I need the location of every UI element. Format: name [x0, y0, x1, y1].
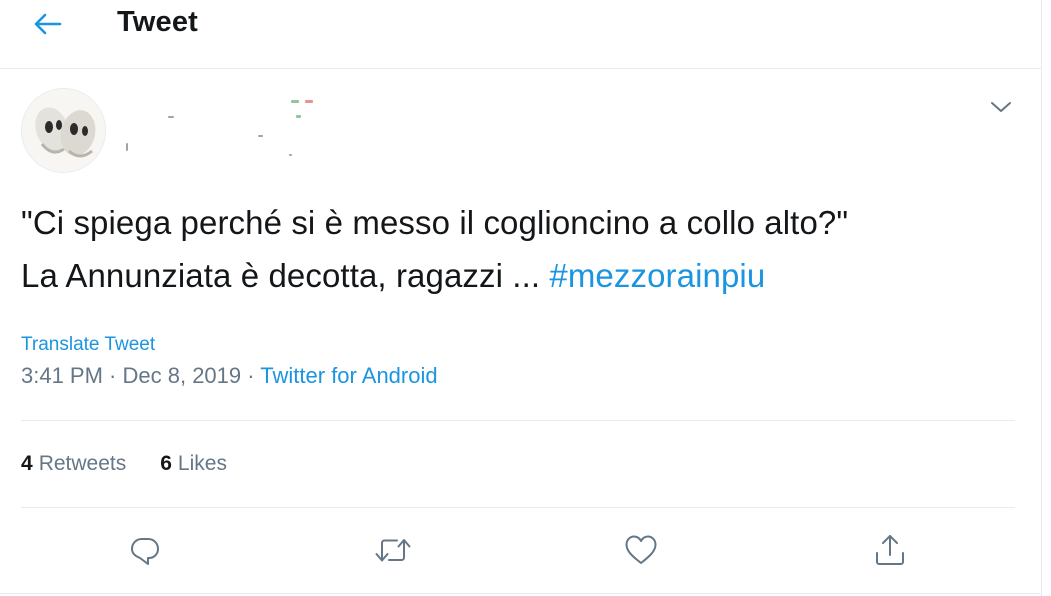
tweet-text-line: La Annunziata è decotta, ragazzi ... #me… — [21, 249, 1021, 302]
likes-label: Likes — [177, 452, 227, 475]
tweet-source-link[interactable]: Twitter for Android — [260, 363, 437, 388]
retweet-icon — [375, 539, 411, 562]
page-header: Tweet — [0, 0, 1041, 69]
tweet-text-line: "Ci spiega perché si è messo il coglionc… — [21, 204, 849, 241]
tweet-text: "Ci spiega perché si è messo il coglionc… — [21, 196, 1021, 302]
redacted-name-mark — [168, 116, 174, 118]
tweet-metadata: 3:41 PM · Dec 8, 2019 · Twitter for Andr… — [21, 363, 438, 389]
translate-tweet-link[interactable]: Translate Tweet — [21, 334, 155, 356]
tweet-stats: 4 Retweets 6 Likes — [21, 452, 227, 476]
tweet-date[interactable]: Dec 8, 2019 — [123, 363, 242, 388]
divider — [21, 420, 1015, 421]
divider — [0, 593, 1041, 594]
tweet-time[interactable]: 3:41 PM — [21, 363, 103, 388]
reply-icon — [131, 538, 159, 565]
avatar-image — [22, 89, 105, 172]
chevron-down-icon — [991, 102, 1011, 112]
redacted-name-mark — [305, 100, 313, 103]
meta-separator: · — [102, 363, 123, 388]
retweets-label: Retweets — [38, 452, 127, 475]
page-title: Tweet — [117, 6, 199, 38]
author-handle[interactable] — [122, 140, 302, 160]
retweets-count: 4 — [21, 452, 33, 475]
redacted-handle-mark — [289, 154, 292, 156]
tweet-options-button[interactable] — [986, 94, 1016, 120]
meta-separator: · — [241, 363, 261, 388]
arrow-left-icon — [34, 13, 62, 35]
tweet-text-body: La Annunziata è decotta, ragazzi ... — [21, 257, 550, 294]
tweet-actions — [0, 526, 1041, 576]
redacted-name-mark — [291, 100, 299, 103]
share-button[interactable] — [866, 526, 914, 574]
likes-stat[interactable]: 6 Likes — [160, 452, 227, 476]
avatar[interactable] — [21, 88, 106, 173]
like-button[interactable] — [617, 526, 665, 574]
reply-button[interactable] — [121, 526, 169, 574]
redacted-name-mark — [296, 115, 301, 118]
redacted-handle-mark — [258, 135, 263, 137]
likes-count: 6 — [160, 452, 172, 475]
back-button[interactable] — [27, 6, 67, 42]
redacted-handle-mark — [126, 143, 128, 151]
divider — [21, 507, 1015, 508]
retweet-button[interactable] — [369, 526, 417, 574]
heart-icon — [625, 535, 657, 564]
tweet-detail-page: Tweet "Ci spiega perché si è messo il co… — [0, 0, 1051, 596]
hashtag-link[interactable]: #mezzorainpiu — [549, 257, 765, 294]
retweets-stat[interactable]: 4 Retweets — [21, 452, 126, 476]
column-border — [1041, 0, 1042, 596]
share-icon — [876, 535, 904, 565]
